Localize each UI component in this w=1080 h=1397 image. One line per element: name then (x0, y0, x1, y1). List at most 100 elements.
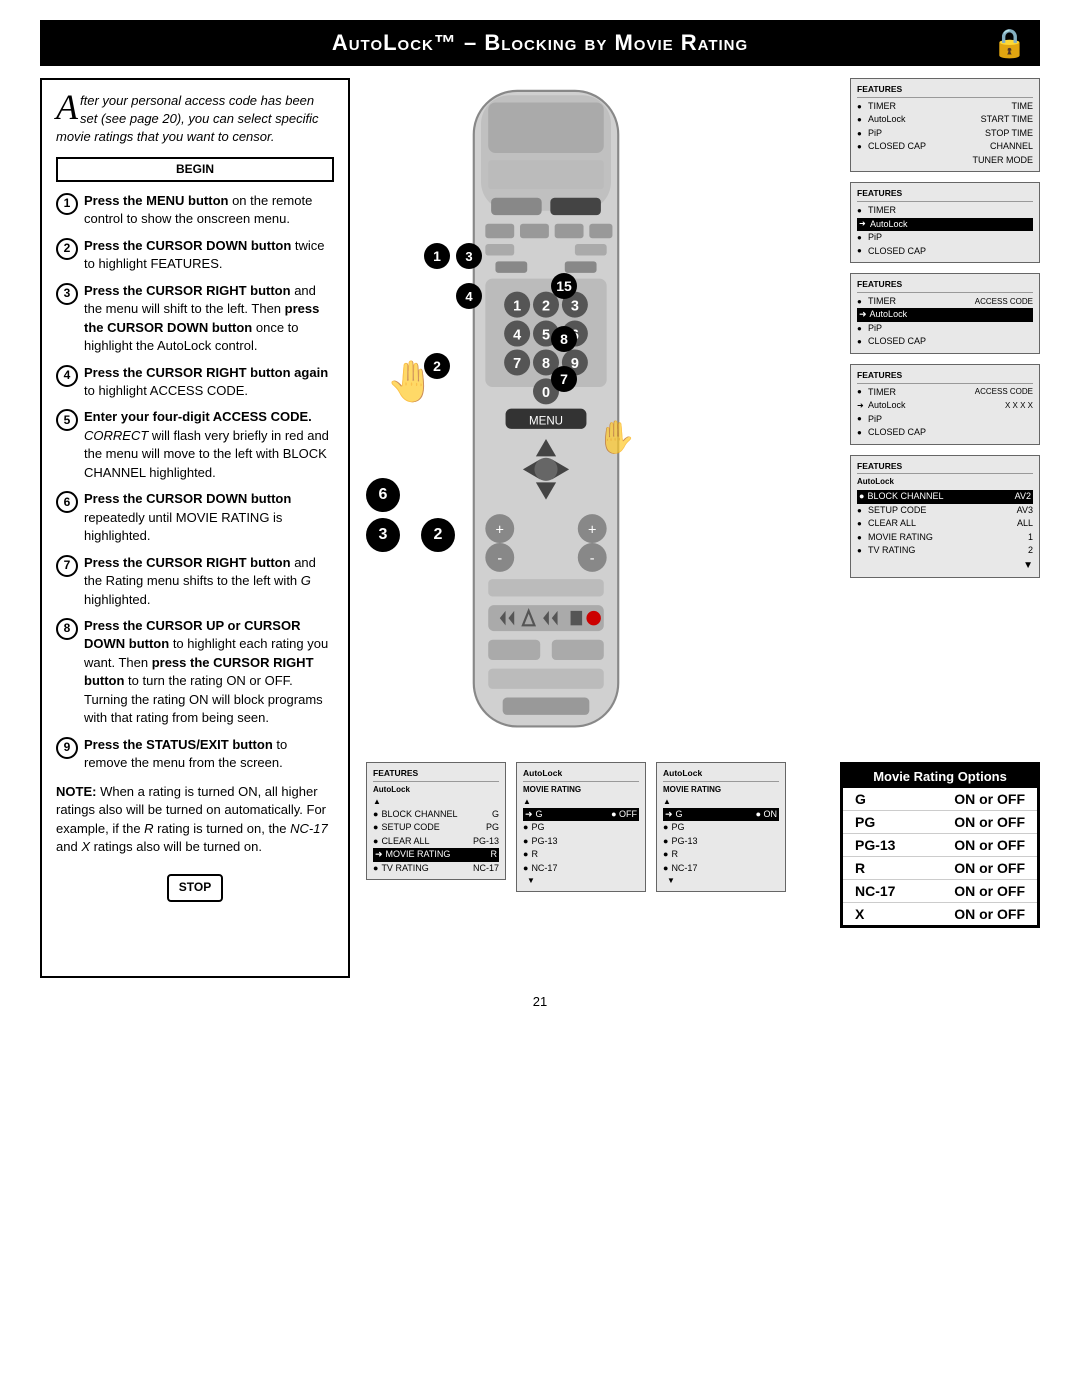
callout-2: 2 (424, 353, 450, 379)
menu5-item3: ● CLEAR ALL ALL (857, 517, 1033, 531)
menu2-item4: ● CLOSED CAP (857, 245, 1033, 259)
callout-3: 3 (366, 518, 400, 552)
svg-text:7: 7 (513, 356, 521, 372)
bm1-item3: ● CLEAR ALL PG-13 (373, 835, 499, 849)
rating-nc17-option: ON or OFF (954, 883, 1025, 899)
page-number: 21 (40, 994, 1040, 1009)
bm3-arr-dn: ▼ (663, 875, 779, 887)
rating-r-option: ON or OFF (954, 860, 1025, 876)
menu4-item3: ● PiP (857, 413, 1033, 427)
bm3-title: AutoLock (663, 767, 779, 782)
menu1-item3: ● PiP STOP TIME (857, 127, 1033, 141)
step-num-2: 2 (56, 238, 78, 260)
menu5-item4: ● MOVIE RATING 1 (857, 531, 1033, 545)
step-9: 9 Press the STATUS/EXIT button to remove… (56, 736, 334, 773)
svg-text:0: 0 (542, 385, 550, 401)
menu5-item5: ● TV RATING 2 (857, 544, 1033, 558)
rating-row-x: X ON or OFF (843, 903, 1037, 925)
menu-screen-4: FEATURES ● TIMER ACCESS CODE ➜ AutoLock … (850, 364, 1040, 445)
menu4-title: FEATURES (857, 369, 1033, 384)
bm2-subtitle: MOVIE RATING (523, 784, 639, 796)
step-num-3: 3 (56, 283, 78, 305)
step-text-9: Press the STATUS/EXIT button to remove t… (84, 736, 334, 773)
callout-6: 6 (366, 478, 400, 512)
bm1-item1: ● BLOCK CHANNEL G (373, 808, 499, 822)
svg-text:+: + (588, 522, 596, 538)
rating-row-pg: PG ON or OFF (843, 811, 1037, 834)
menu1-item5: TUNER MODE (857, 154, 1033, 168)
rating-g-label: G (855, 791, 905, 807)
hand-right: 🤚 (596, 418, 636, 456)
bm1-item4-hl: ➜ MOVIE RATING R (373, 848, 499, 862)
step-text-7: Press the CURSOR RIGHT button and the Ra… (84, 554, 334, 609)
menu5-item1-hl: ● BLOCK CHANNEL AV2 (857, 490, 1033, 504)
menu1-item1: ● TIMER TIME (857, 100, 1033, 114)
menu-screen-5: FEATURES AutoLock ● BLOCK CHANNEL AV2 ● … (850, 455, 1040, 578)
menu4-item4: ● CLOSED CAP (857, 426, 1033, 440)
instructions-panel: A fter your personal access code has bee… (40, 78, 350, 978)
menu2-item3: ● PiP (857, 231, 1033, 245)
menu2-title: FEATURES (857, 187, 1033, 202)
menu3-title: FEATURES (857, 278, 1033, 293)
menu3-item4: ● CLOSED CAP (857, 335, 1033, 349)
begin-label: BEGIN (176, 161, 214, 178)
begin-box: BEGIN (56, 157, 334, 182)
rating-pg13-option: ON or OFF (954, 837, 1025, 853)
menu5-subtitle: AutoLock (857, 476, 1033, 488)
callout-1: 1 (424, 243, 450, 269)
bm1-subtitle: AutoLock (373, 784, 499, 796)
step-num-5: 5 (56, 409, 78, 431)
bottom-menu-2: AutoLock MOVIE RATING ▲ ➜ G ● OFF ● PG ●… (516, 762, 646, 892)
callout-15: 15 (551, 273, 577, 299)
bm2-arr-dn: ▼ (523, 875, 639, 887)
step-num-8: 8 (56, 618, 78, 640)
rating-row-r: R ON or OFF (843, 857, 1037, 880)
svg-text:+: + (496, 522, 504, 538)
rating-x-label: X (855, 906, 905, 922)
step-num-7: 7 (56, 555, 78, 577)
bm1-item2: ● SETUP CODE PG (373, 821, 499, 835)
rating-options-table: Movie Rating Options G ON or OFF PG ON o… (840, 762, 1040, 928)
step-6: 6 Press the CURSOR DOWN button repeatedl… (56, 490, 334, 545)
callout-8: 8 (551, 326, 577, 352)
callout-4: 4 (456, 283, 482, 309)
bm3-item4: ● R (663, 848, 779, 862)
menu-screen-1: FEATURES ● TIMER TIME ● AutoLock START T… (850, 78, 1040, 172)
stop-label: STOP (179, 880, 211, 894)
lock-icon: 🔒 (992, 27, 1028, 60)
menu3-item2-hl: ➜ AutoLock (857, 308, 1033, 322)
page: AutoLock™ – Blocking by Movie Rating 🔒 A… (0, 0, 1080, 1397)
note-section: NOTE: When a rating is turned ON, all hi… (56, 783, 334, 857)
intro-text: A fter your personal access code has bee… (56, 92, 334, 147)
bm2-item3: ● PG-13 (523, 835, 639, 849)
step-num-9: 9 (56, 737, 78, 759)
callout-3b: 3 (456, 243, 482, 269)
bm1-item5: ● TV RATING NC-17 (373, 862, 499, 876)
stop-box: STOP (167, 874, 223, 901)
step-num-6: 6 (56, 491, 78, 513)
step-5: 5 Enter your four-digit ACCESS CODE. COR… (56, 408, 334, 482)
step-num-1: 1 (56, 193, 78, 215)
menu3-item3: ● PiP (857, 322, 1033, 336)
svg-text:5: 5 (542, 327, 550, 343)
bottom-menu-3: AutoLock MOVIE RATING ▲ ➜ G ● ON ● PG ● … (656, 762, 786, 892)
svg-text:2: 2 (542, 298, 550, 314)
menu5-arrow: ▼ (857, 558, 1033, 573)
bm1-title: FEATURES (373, 767, 499, 782)
step-text-4: Press the CURSOR RIGHT button again to h… (84, 364, 334, 401)
svg-text:4: 4 (513, 327, 521, 343)
menu4-item2: ➜ AutoLock X X X X (857, 399, 1033, 413)
header-bar: AutoLock™ – Blocking by Movie Rating 🔒 (40, 20, 1040, 66)
menu-screen-3: FEATURES ● TIMER ACCESS CODE ➜ AutoLock … (850, 273, 1040, 354)
menu3-item1: ● TIMER ACCESS CODE (857, 295, 1033, 309)
bm2-title: AutoLock (523, 767, 639, 782)
page-num-value: 21 (533, 994, 547, 1009)
rating-pg13-label: PG-13 (855, 837, 905, 853)
step-text-8: Press the CURSOR UP or CURSOR DOWN butto… (84, 617, 334, 728)
page-title: AutoLock™ – Blocking by Movie Rating (332, 30, 748, 55)
bm2-item5: ● NC-17 (523, 862, 639, 876)
svg-text:8: 8 (542, 356, 550, 372)
svg-text:MENU: MENU (529, 416, 563, 428)
step-4: 4 Press the CURSOR RIGHT button again to… (56, 364, 334, 401)
rating-x-option: ON or OFF (954, 906, 1025, 922)
